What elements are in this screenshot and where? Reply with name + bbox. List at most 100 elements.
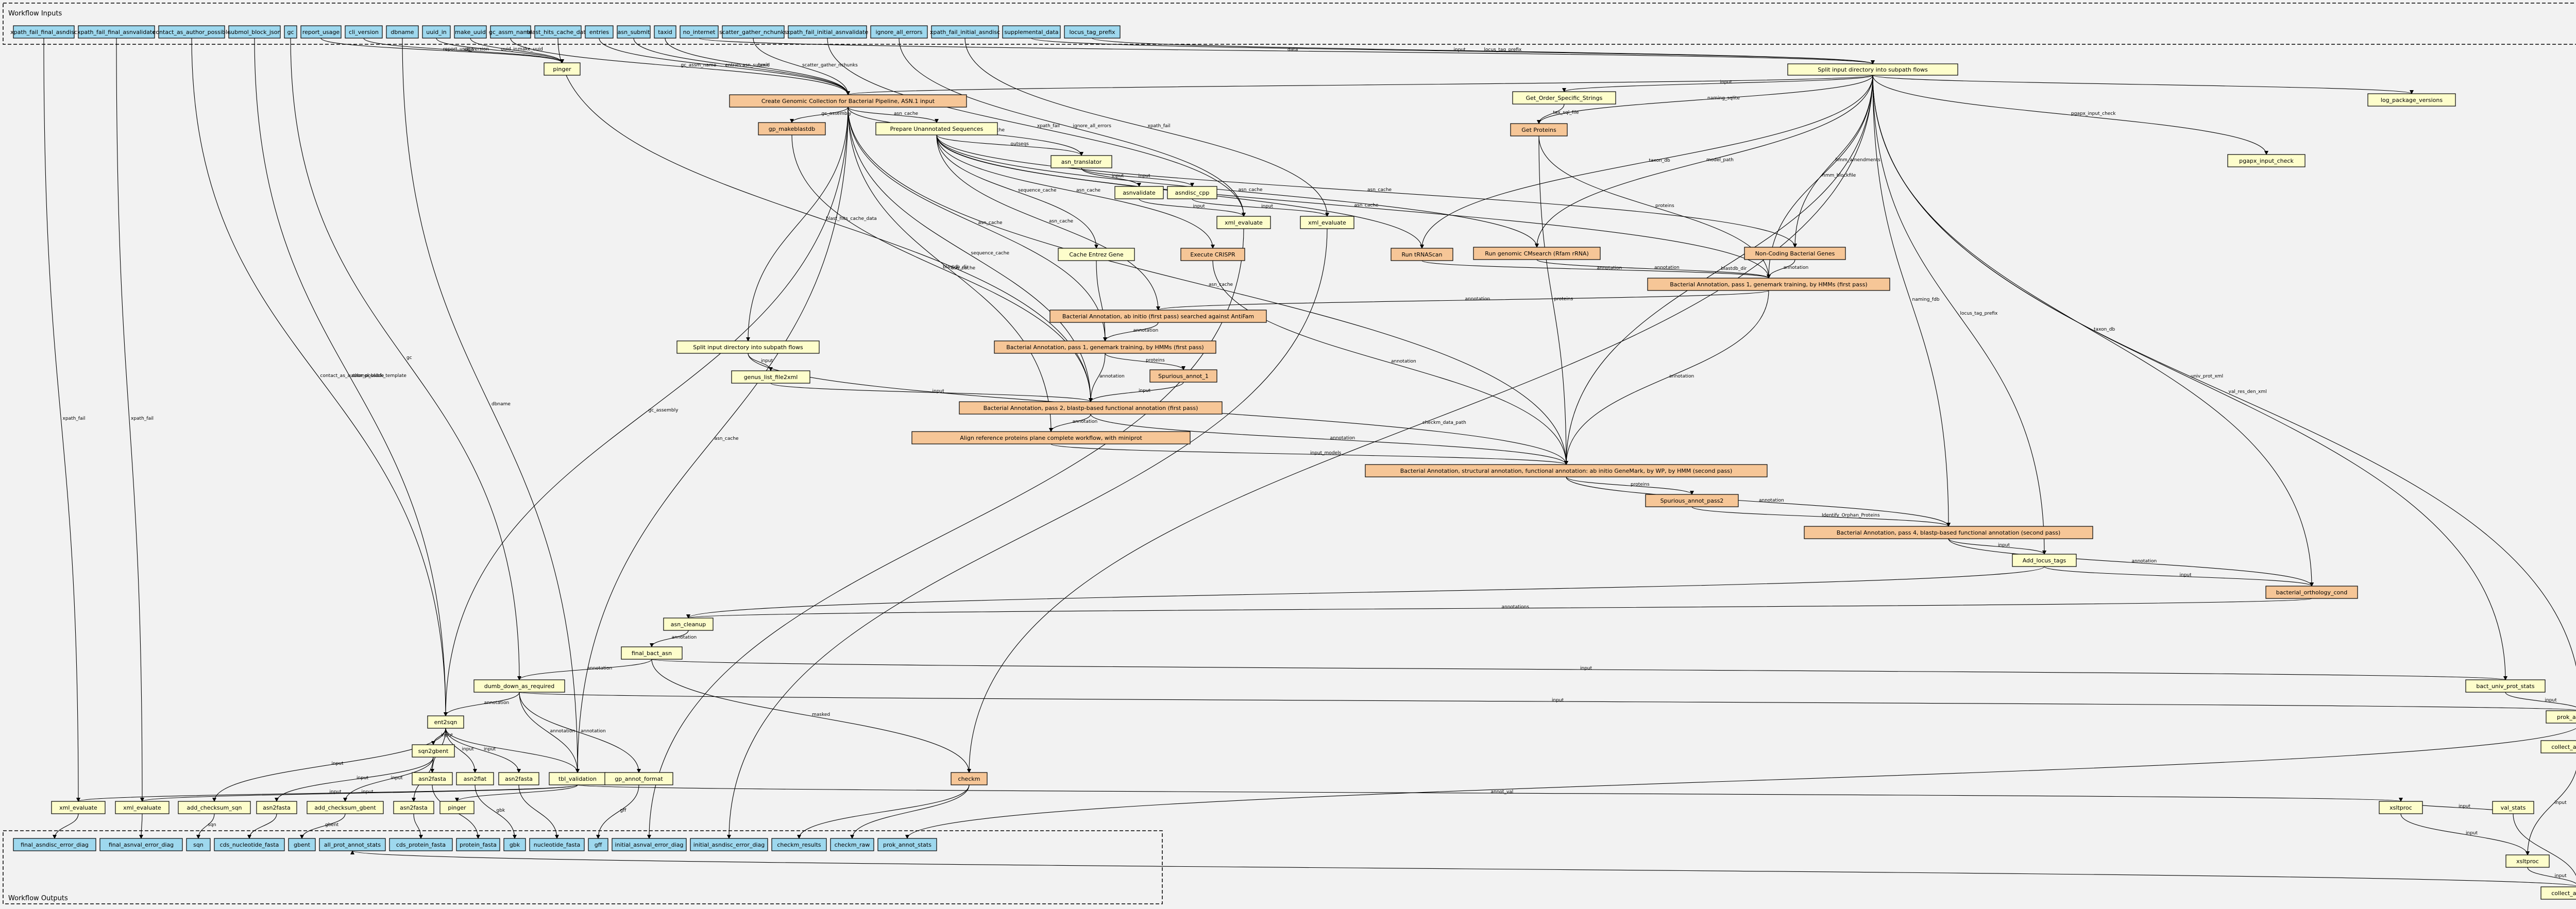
step-sqn2gbent[interactable]: sqn2gbent	[412, 744, 455, 758]
output-out7[interactable]: protein_fasta	[456, 838, 500, 851]
step-asn2fasta_a[interactable]: asn2fasta	[412, 772, 453, 785]
step-get_proteins[interactable]: Get Proteins	[1510, 123, 1568, 136]
step-asn_translator[interactable]: asn_translator	[1050, 155, 1112, 168]
step-non_coding[interactable]: Non-Coding Bacterial Genes	[1744, 247, 1846, 260]
step-prepare_unannotated[interactable]: Prepare Unannotated Sequences	[875, 122, 998, 135]
step-bact_univ_prot_stats[interactable]: bact_univ_prot_stats	[2465, 679, 2546, 693]
step-bacterial_pass1_genemark[interactable]: Bacterial Annotation, pass 1, genemark t…	[994, 340, 1216, 354]
input-in11[interactable]: blast_hits_cache_data	[527, 25, 589, 39]
output-out2[interactable]: sqn	[186, 838, 211, 851]
node-label: gbent	[294, 842, 311, 848]
step-spurious_annot_pass2[interactable]: Spurious_annot_pass2	[1645, 494, 1739, 507]
input-in7[interactable]: dbname	[386, 25, 419, 39]
step-collect_annot_stats[interactable]: collect_annot_stats	[2540, 740, 2576, 753]
output-out9[interactable]: nucleotide_fasta	[529, 838, 585, 851]
step-gp_annot_format[interactable]: gp_annot_format	[604, 772, 673, 785]
input-in17[interactable]: xpath_fail_initial_asnvalidate	[787, 25, 869, 39]
input-in20[interactable]: supplemental_data	[1002, 25, 1061, 39]
step-bacterial_orthology[interactable]: bacterial_orthology_cond	[2265, 586, 2358, 599]
step-bacterial_abinitio[interactable]: Bacterial Annotation, ab initio (first p…	[1049, 310, 1267, 323]
step-asndisc_cpp[interactable]: asndisc_cpp	[1167, 186, 1217, 199]
step-run_genomic_cmsearch[interactable]: Run genomic CMsearch (Rfam rRNA)	[1473, 247, 1601, 260]
step-xml_evaluate_a[interactable]: xml_evaluate	[1216, 216, 1271, 229]
output-out6[interactable]: cds_protein_fasta	[389, 838, 453, 851]
input-in8[interactable]: uuid_in	[422, 25, 451, 39]
input-in3[interactable]: submol_block_json	[228, 25, 281, 39]
step-spurious_annot_1[interactable]: Spurious_annot_1	[1149, 369, 1217, 383]
step-pinger_bottom[interactable]: pinger	[439, 801, 474, 814]
input-in15[interactable]: no_internet	[680, 25, 719, 39]
step-xsltproc_b[interactable]: xsltproc	[2505, 854, 2550, 868]
step-cache_entrez[interactable]: Cache Entrez Gene	[1058, 248, 1135, 261]
edge-asn2fasta_c-out3	[247, 813, 277, 839]
input-in6[interactable]: cli_version	[345, 25, 383, 39]
step-add_checksum_gbent[interactable]: add_checksum_gbent	[307, 801, 384, 814]
input-in9[interactable]: make_uuid	[454, 25, 487, 39]
input-in14[interactable]: taxid	[654, 25, 676, 39]
step-add_locus_tags[interactable]: Add_locus_tags	[2012, 554, 2077, 567]
step-asn2fasta_c[interactable]: asn2fasta	[256, 801, 297, 814]
output-out10[interactable]: gff	[588, 838, 608, 851]
step-align_reference[interactable]: Align reference proteins plane complete …	[911, 431, 1191, 444]
step-xml_evaluate_d[interactable]: xml_evaluate	[115, 801, 170, 814]
input-in2[interactable]: contact_as_author_possible	[152, 25, 231, 39]
output-out3[interactable]: cds_nucleotide_fasta	[214, 838, 285, 851]
step-split_input_mid[interactable]: Split input directory into subpath flows	[676, 340, 820, 354]
step-get_order[interactable]: Get_Order_Specific_Strings	[1512, 91, 1616, 105]
input-in4[interactable]: gc	[284, 25, 297, 39]
output-out11[interactable]: initial_asnval_error_diag	[612, 838, 687, 851]
step-bacterial_pass4[interactable]: Bacterial Annotation, pass 4, blastp-bas…	[1804, 526, 2093, 539]
input-in13[interactable]: asn_submit	[617, 25, 651, 39]
step-checkm[interactable]: checkm	[951, 772, 988, 785]
edge-label: input	[1998, 543, 2010, 548]
step-execute_crispr[interactable]: Execute CRISPR	[1180, 248, 1245, 261]
input-in18[interactable]: ignore_all_errors	[870, 25, 928, 39]
step-bacterial_pass2[interactable]: Bacterial Annotation, pass 2, blastp-bas…	[959, 401, 1223, 415]
step-prok_annot_stats[interactable]: prok_annot_stats	[2546, 710, 2576, 724]
output-out14[interactable]: checkm_raw	[830, 838, 874, 851]
step-pgapx_input_check[interactable]: pgapx_input_check	[2227, 154, 2306, 167]
step-collect_annot_stats_bottom[interactable]: collect_annot_stats	[2540, 886, 2576, 900]
output-out13[interactable]: checkm_results	[771, 838, 827, 851]
step-final_bact_asn[interactable]: final_bact_asn	[621, 646, 683, 660]
output-out4[interactable]: gbent	[288, 838, 316, 851]
step-gp_makeblastdb[interactable]: gp_makeblastdb	[758, 122, 826, 135]
step-val_stats[interactable]: val_stats	[2492, 801, 2534, 814]
step-pinger_top[interactable]: pinger	[544, 62, 581, 76]
step-create_genomic[interactable]: Create Genomic Collection for Bacterial …	[729, 94, 967, 108]
step-asn2fasta_b[interactable]: asn2fasta	[498, 772, 539, 785]
input-in21[interactable]: locus_tag_prefix	[1064, 25, 1121, 39]
step-genus_list[interactable]: genus_list_file2xml	[731, 370, 810, 384]
step-asnvalidate[interactable]: asnvalidate	[1114, 186, 1164, 199]
output-out15[interactable]: prok_annot_stats	[877, 838, 937, 851]
output-out1[interactable]: final_asnval_error_diag	[99, 838, 183, 851]
step-xml_evaluate_b[interactable]: xml_evaluate	[1300, 216, 1354, 229]
output-out8[interactable]: gbk	[503, 838, 526, 851]
step-asn2flat[interactable]: asn2flat	[456, 772, 494, 785]
step-asn_cleanup[interactable]: asn_cleanup	[663, 618, 714, 631]
input-in12[interactable]: entries	[585, 25, 614, 39]
input-in5[interactable]: report_usage	[300, 25, 342, 39]
step-run_trnascan[interactable]: Run tRNAScan	[1391, 248, 1453, 261]
output-out12[interactable]: initial_asndisc_error_diag	[690, 838, 768, 851]
input-in19[interactable]: xpath_fail_initial_asndisc	[930, 25, 1000, 39]
output-out5[interactable]: all_prot_annot_stats	[319, 838, 386, 851]
step-log_package_versions[interactable]: log_package_versions	[2367, 93, 2456, 107]
step-asn2fasta_d[interactable]: asn2fasta	[393, 801, 434, 814]
output-out0[interactable]: final_asndisc_error_diag	[13, 838, 96, 851]
input-in1[interactable]: xpath_fail_final_asnvalidate	[77, 25, 156, 39]
step-bacterial_pass1_hmm[interactable]: Bacterial Annotation, pass 1, genemark t…	[1647, 278, 1890, 291]
input-in0[interactable]: xpath_fail_final_asndisc	[10, 25, 77, 39]
step-dumb_down[interactable]: dumb_down_as_required	[473, 679, 565, 693]
input-in16[interactable]: scatter_gather_nchunks	[719, 25, 787, 39]
step-xsltproc_a[interactable]: xsltproc	[2379, 801, 2423, 814]
step-ent2sqn[interactable]: ent2sqn	[427, 715, 464, 729]
edge-label: annotation	[1133, 328, 1159, 333]
step-add_checksum_sqn[interactable]: add_checksum_sqn	[178, 801, 251, 814]
step-split_input_top[interactable]: Split input directory into subpath flows	[1787, 63, 1958, 76]
step-xml_evaluate_c[interactable]: xml_evaluate	[51, 801, 106, 814]
input-in10[interactable]: gc_assm_name	[489, 25, 532, 39]
step-bacterial_structural[interactable]: Bacterial Annotation, structural annotat…	[1365, 464, 1768, 477]
step-tbl_validation[interactable]: tbl_validation	[549, 772, 606, 785]
node-label: Align reference proteins plane complete …	[960, 435, 1142, 441]
